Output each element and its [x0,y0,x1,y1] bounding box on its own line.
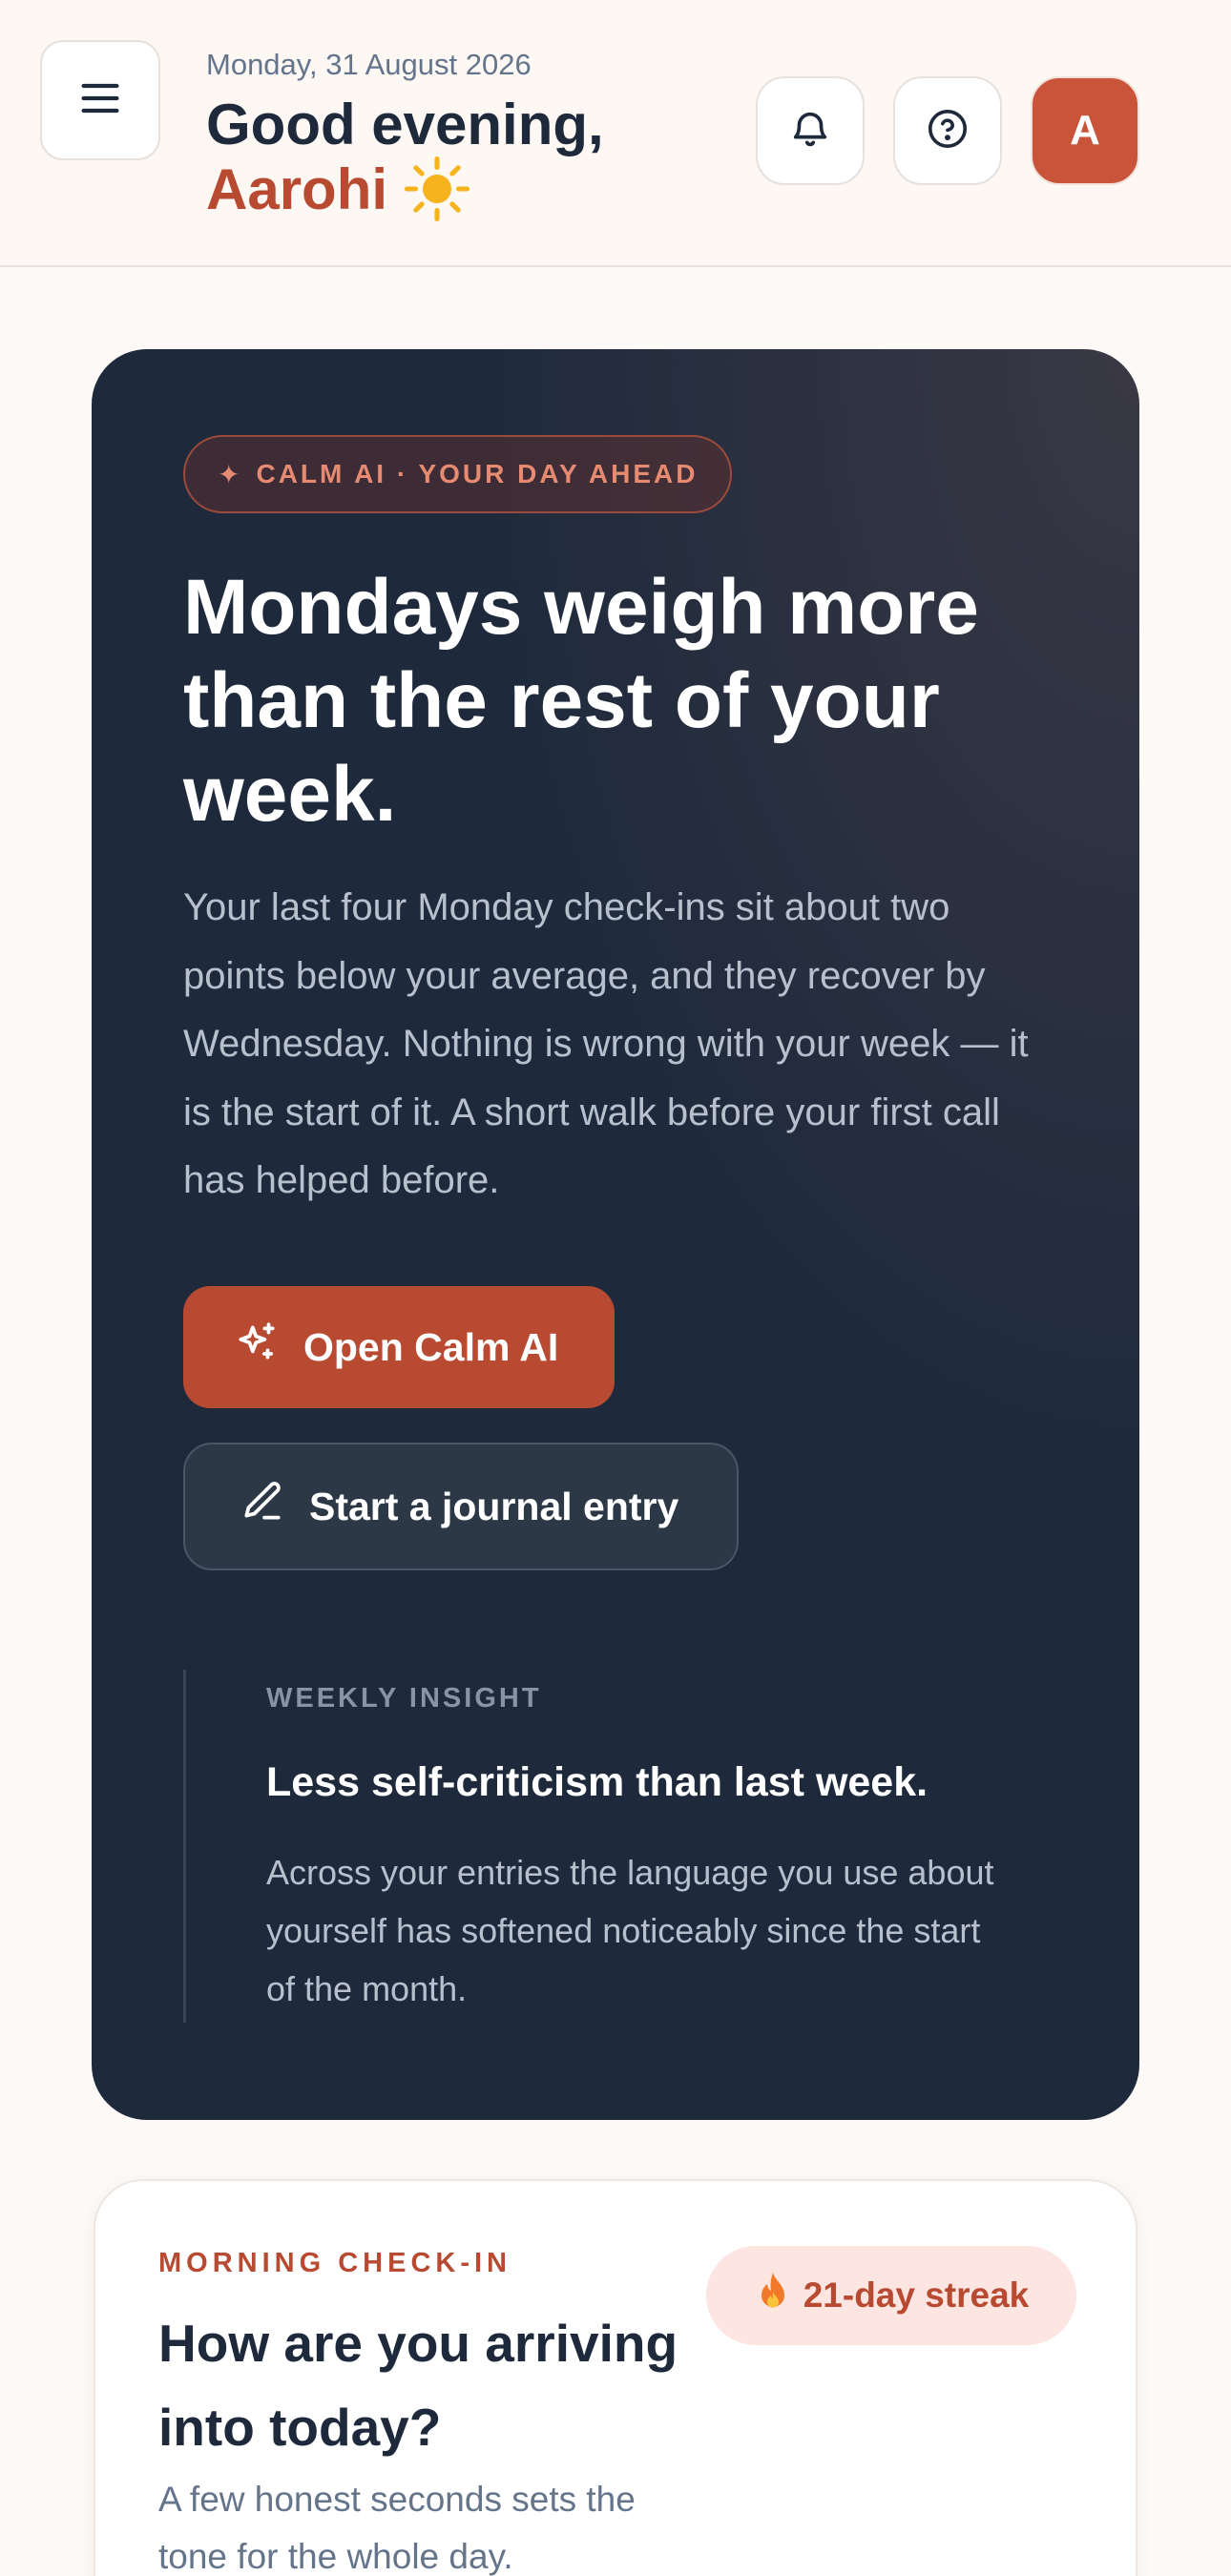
open-calm-ai-label: Open Calm AI [303,1324,559,1369]
weekly-insight: WEEKLY INSIGHT Less self-criticism than … [183,1670,1042,2023]
current-date: Monday, 31 August 2026 [206,48,532,81]
help-button[interactable] [893,76,1002,185]
app-header: Monday, 31 August 2026 Good evening, Aar… [0,0,1231,267]
user-name: Aarohi [206,156,388,221]
checkin-label: MORNING CHECK-IN [158,2248,511,2278]
start-journal-label: Start a journal entry [309,1484,679,1528]
hero-badge-label: CALM AI · YOUR DAY AHEAD [256,459,699,488]
pencil-icon [239,1478,286,1535]
weekly-insight-label: WEEKLY INSIGHT [266,1683,542,1714]
bell-icon [788,107,832,156]
hero-badge: ✦ CALM AI · YOUR DAY AHEAD [183,435,733,513]
sun-icon [403,155,471,223]
streak-label: 21-day streak [803,2275,1030,2315]
hero-body: Your last four Monday check-ins sit abou… [183,886,1029,1201]
checkin-subtitle: A few honest seconds sets the tone for t… [158,2480,636,2576]
streak-badge: 21-day streak [706,2246,1076,2345]
hero-title: Mondays weigh more than the rest of your… [183,564,979,838]
greeting-text: Good evening, [206,93,604,156]
sparkles-icon [233,1319,281,1376]
fire-icon [754,2271,792,2321]
start-journal-button[interactable]: Start a journal entry [183,1443,739,1570]
help-circle-icon [926,107,970,156]
open-calm-ai-button[interactable]: Open Calm AI [183,1286,615,1408]
weekly-insight-body: Across your entries the language you use… [266,1853,994,2008]
checkin-title: How are you arriving into today? [158,2314,678,2457]
user-name-line: Aarohi [206,155,471,223]
notifications-button[interactable] [756,76,865,185]
weekly-insight-title: Less self-criticism than last week. [266,1759,928,1805]
sparkle-icon: ✦ [218,459,243,489]
calm-ai-hero-card: ✦ CALM AI · YOUR DAY AHEAD Mondays weigh… [92,349,1139,2120]
menu-icon [75,73,125,128]
user-avatar[interactable]: A [1031,76,1139,185]
menu-button[interactable] [40,40,160,160]
morning-checkin-card: MORNING CHECK-IN How are you arriving in… [94,2179,1137,2576]
